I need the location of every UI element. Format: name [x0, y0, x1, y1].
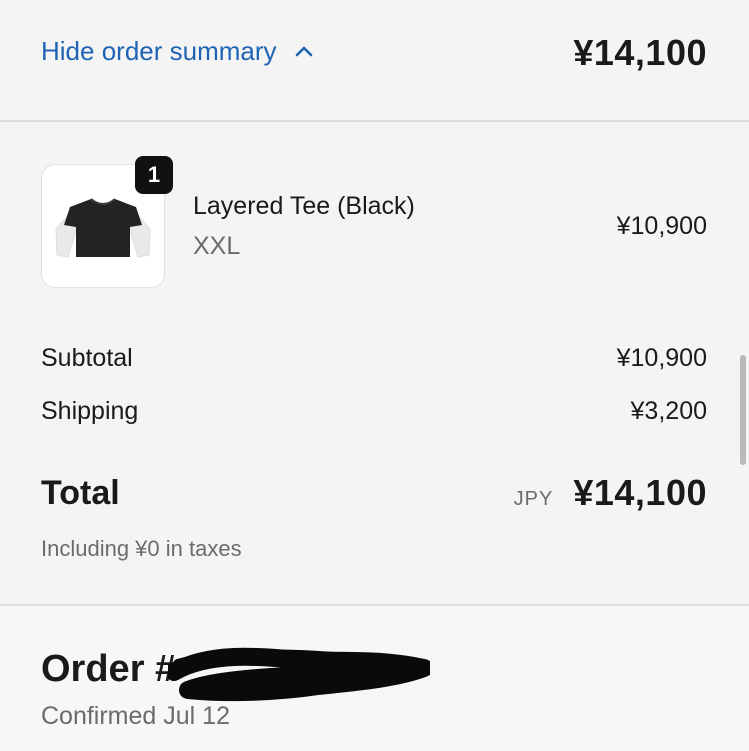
- product-name: Layered Tee (Black): [193, 192, 415, 220]
- total-amount: ¥14,100: [573, 472, 707, 513]
- taxes-note: Including ¥0 in taxes: [41, 536, 242, 561]
- total-amount-group: JPY ¥14,100: [514, 472, 707, 514]
- shipping-value: ¥3,200: [630, 397, 707, 425]
- order-number-title: Order #: [41, 648, 177, 690]
- quantity-badge: 1: [135, 156, 173, 194]
- hide-order-summary-toggle[interactable]: Hide order summary: [41, 36, 315, 67]
- order-section: Order # Confirmed Jul 12: [0, 604, 749, 751]
- order-summary-header: Hide order summary ¥14,100: [0, 0, 749, 122]
- subtotal-value: ¥10,900: [616, 344, 707, 372]
- chevron-up-icon[interactable]: [293, 41, 315, 63]
- shipping-label: Shipping: [41, 397, 139, 425]
- redaction-scribble: [168, 647, 430, 702]
- product-variant: XXL: [193, 232, 241, 260]
- header-total-price: ¥14,100: [573, 32, 707, 73]
- product-price: ¥10,900: [616, 212, 707, 240]
- subtotal-label: Subtotal: [41, 344, 133, 372]
- toggle-label[interactable]: Hide order summary: [41, 36, 277, 67]
- currency-code: JPY: [513, 488, 554, 510]
- confirmed-date: Confirmed Jul 12: [41, 702, 230, 730]
- total-label: Total: [41, 474, 120, 512]
- scrollbar[interactable]: [740, 355, 746, 465]
